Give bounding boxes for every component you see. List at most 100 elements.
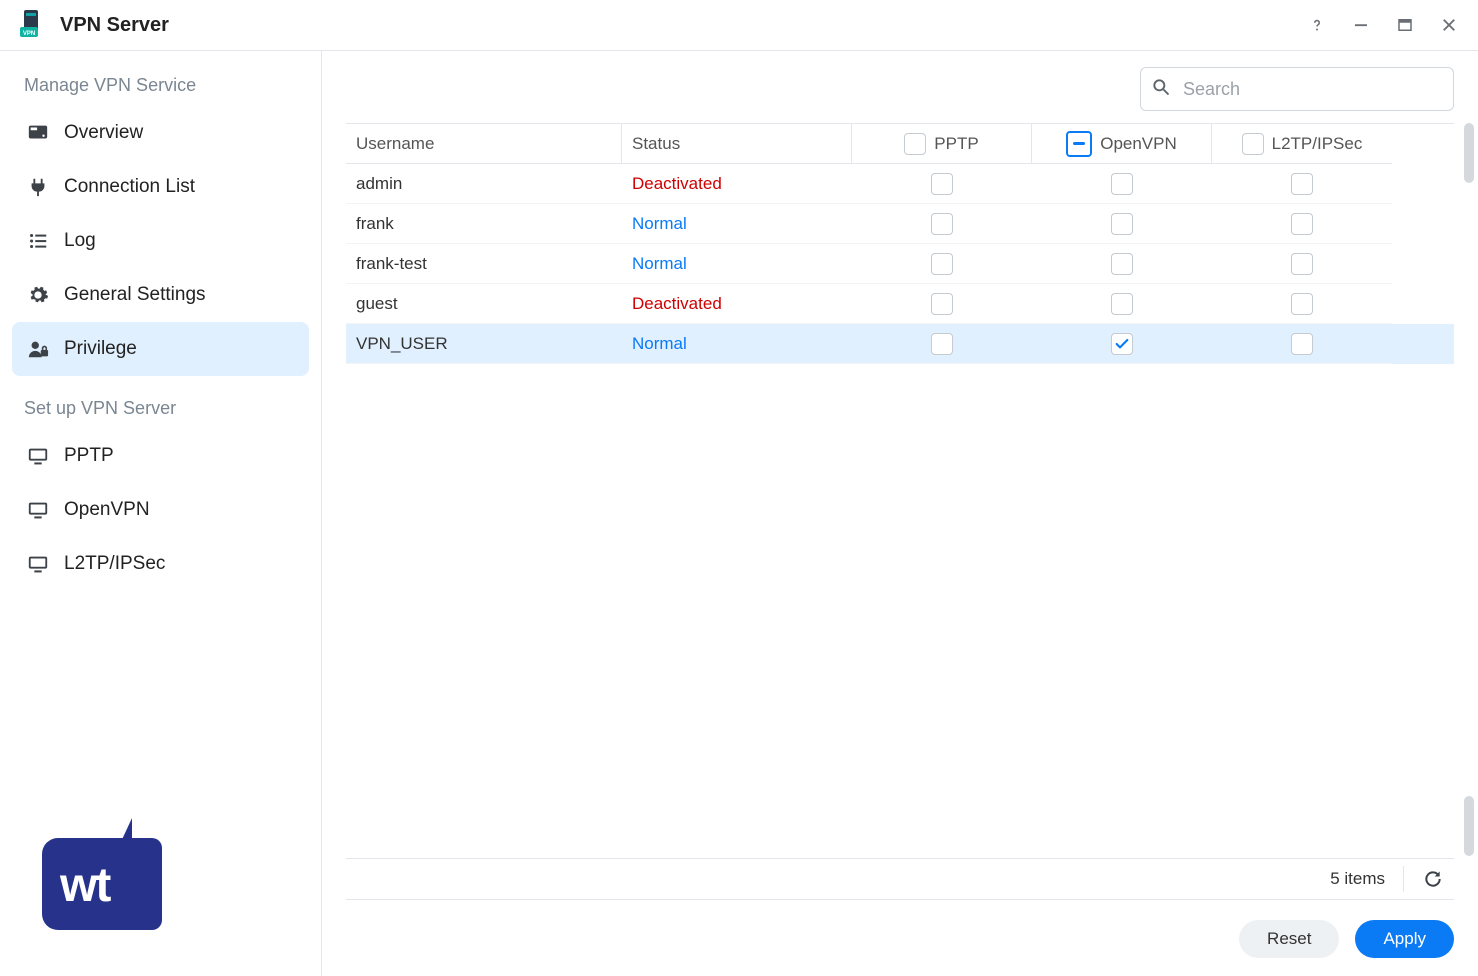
sidebar-item-label: Privilege bbox=[64, 338, 137, 360]
plug-icon bbox=[26, 175, 50, 199]
sidebar-item-overview[interactable]: Overview bbox=[12, 106, 309, 160]
sidebar-item-general-settings[interactable]: General Settings bbox=[12, 268, 309, 322]
cell-openvpn bbox=[1032, 324, 1212, 364]
gear-icon bbox=[26, 283, 50, 307]
checkbox[interactable] bbox=[1111, 333, 1133, 355]
cell-l2tp bbox=[1212, 164, 1392, 204]
cell-l2tp bbox=[1212, 284, 1392, 324]
main-panel: Username Status PPTP OpenVPN L2TP/IPSec bbox=[322, 51, 1478, 976]
toolbar bbox=[346, 67, 1454, 111]
sidebar-section-manage: Manage VPN Service bbox=[12, 67, 309, 106]
cell-openvpn bbox=[1032, 244, 1212, 284]
cell-status: Normal bbox=[622, 324, 852, 364]
table-row[interactable]: adminDeactivated bbox=[346, 164, 1454, 204]
list-icon bbox=[26, 229, 50, 253]
sidebar-item-label: L2TP/IPSec bbox=[64, 553, 165, 575]
sidebar: Manage VPN Service Overview Connection L… bbox=[0, 51, 322, 976]
close-icon[interactable] bbox=[1438, 14, 1460, 36]
col-status[interactable]: Status bbox=[622, 124, 852, 164]
minimize-icon[interactable] bbox=[1350, 14, 1372, 36]
checkbox[interactable] bbox=[931, 173, 953, 195]
privilege-table: Username Status PPTP OpenVPN L2TP/IPSec bbox=[346, 123, 1454, 364]
table-row[interactable]: frank-testNormal bbox=[346, 244, 1454, 284]
sidebar-item-openvpn[interactable]: OpenVPN bbox=[12, 483, 309, 537]
sidebar-item-privilege[interactable]: Privilege bbox=[12, 322, 309, 376]
search-icon bbox=[1151, 77, 1171, 102]
search-box[interactable] bbox=[1140, 67, 1454, 111]
cell-username: frank bbox=[346, 204, 622, 244]
sidebar-item-label: OpenVPN bbox=[64, 499, 150, 521]
window-controls bbox=[1306, 14, 1460, 36]
reset-button[interactable]: Reset bbox=[1239, 920, 1339, 958]
sidebar-item-label: Connection List bbox=[64, 176, 195, 198]
cell-pptp bbox=[852, 244, 1032, 284]
cell-username: guest bbox=[346, 284, 622, 324]
checkbox[interactable] bbox=[931, 253, 953, 275]
col-username[interactable]: Username bbox=[346, 124, 622, 164]
header-checkbox-l2tp[interactable] bbox=[1242, 133, 1264, 155]
overview-icon bbox=[26, 121, 50, 145]
sidebar-section-setup: Set up VPN Server bbox=[12, 390, 309, 429]
branding-logo: wt bbox=[12, 826, 309, 960]
cell-status: Normal bbox=[622, 204, 852, 244]
checkbox[interactable] bbox=[1291, 213, 1313, 235]
col-l2tp[interactable]: L2TP/IPSec bbox=[1212, 124, 1392, 164]
table-row[interactable]: guestDeactivated bbox=[346, 284, 1454, 324]
monitor-icon bbox=[26, 498, 50, 522]
checkbox[interactable] bbox=[1291, 253, 1313, 275]
refresh-button[interactable] bbox=[1403, 866, 1446, 892]
checkbox[interactable] bbox=[931, 213, 953, 235]
cell-openvpn bbox=[1032, 284, 1212, 324]
checkbox[interactable] bbox=[1291, 173, 1313, 195]
cell-pptp bbox=[852, 284, 1032, 324]
search-input[interactable] bbox=[1181, 78, 1443, 101]
titlebar: VPN VPN Server bbox=[0, 0, 1478, 51]
scrollbar-thumb[interactable] bbox=[1464, 796, 1474, 856]
sidebar-item-label: Overview bbox=[64, 122, 143, 144]
checkbox[interactable] bbox=[1111, 293, 1133, 315]
app-title: VPN Server bbox=[60, 14, 169, 37]
sidebar-item-pptp[interactable]: PPTP bbox=[12, 429, 309, 483]
checkbox[interactable] bbox=[931, 293, 953, 315]
help-icon[interactable] bbox=[1306, 14, 1328, 36]
header-checkbox-pptp[interactable] bbox=[904, 133, 926, 155]
checkbox[interactable] bbox=[1111, 213, 1133, 235]
sidebar-item-l2tp[interactable]: L2TP/IPSec bbox=[12, 537, 309, 591]
scrollbar-thumb[interactable] bbox=[1464, 123, 1474, 183]
sidebar-item-connection-list[interactable]: Connection List bbox=[12, 160, 309, 214]
svg-text:VPN: VPN bbox=[23, 31, 35, 37]
checkbox[interactable] bbox=[1291, 293, 1313, 315]
col-openvpn[interactable]: OpenVPN bbox=[1032, 124, 1212, 164]
maximize-icon[interactable] bbox=[1394, 14, 1416, 36]
cell-l2tp bbox=[1212, 244, 1392, 284]
table-row[interactable]: VPN_USERNormal bbox=[346, 324, 1454, 364]
apply-button[interactable]: Apply bbox=[1355, 920, 1454, 958]
sidebar-item-label: General Settings bbox=[64, 284, 206, 306]
checkbox[interactable] bbox=[1111, 253, 1133, 275]
cell-username: VPN_USER bbox=[346, 324, 622, 364]
cell-openvpn bbox=[1032, 164, 1212, 204]
header-checkbox-openvpn[interactable] bbox=[1066, 131, 1092, 157]
app-window: VPN VPN Server Manage VPN Service bbox=[0, 0, 1478, 976]
cell-status: Deactivated bbox=[622, 164, 852, 204]
item-count: 5 items bbox=[1330, 869, 1385, 889]
col-pptp-label: PPTP bbox=[934, 134, 978, 154]
cell-l2tp bbox=[1212, 204, 1392, 244]
col-pptp[interactable]: PPTP bbox=[852, 124, 1032, 164]
cell-pptp bbox=[852, 164, 1032, 204]
cell-l2tp bbox=[1212, 324, 1392, 364]
monitor-icon bbox=[26, 444, 50, 468]
col-l2tp-label: L2TP/IPSec bbox=[1272, 134, 1363, 154]
checkbox[interactable] bbox=[1291, 333, 1313, 355]
cell-pptp bbox=[852, 324, 1032, 364]
checkbox[interactable] bbox=[1111, 173, 1133, 195]
privilege-icon bbox=[26, 337, 50, 361]
cell-pptp bbox=[852, 204, 1032, 244]
col-openvpn-label: OpenVPN bbox=[1100, 134, 1177, 154]
cell-openvpn bbox=[1032, 204, 1212, 244]
sidebar-item-log[interactable]: Log bbox=[12, 214, 309, 268]
table-footer: 5 items bbox=[346, 858, 1454, 900]
table-row[interactable]: frankNormal bbox=[346, 204, 1454, 244]
sidebar-item-label: Log bbox=[64, 230, 96, 252]
checkbox[interactable] bbox=[931, 333, 953, 355]
